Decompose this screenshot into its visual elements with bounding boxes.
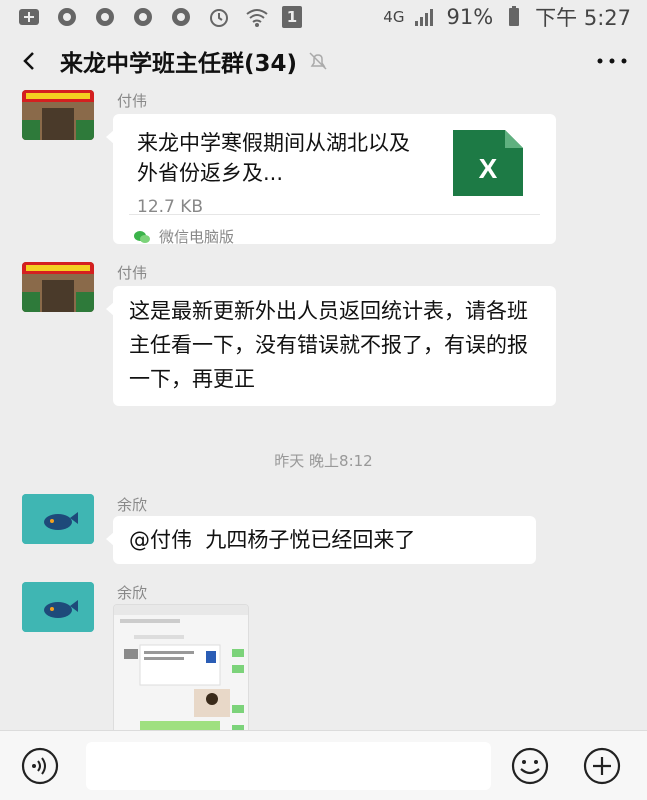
title-bar: 来龙中学班主任群(34) xyxy=(0,34,647,88)
timestamp: 昨天 晚上8:12 xyxy=(274,452,373,470)
chat-area[interactable]: 付伟 来龙中学寒假期间从湖北以及外省份返乡及... 12.7 KB X 微信电脑… xyxy=(0,88,647,730)
text-bubble[interactable]: 这是最新更新外出人员返回统计表，请各班主任看一下，没有错误就不报了，有误的报一下… xyxy=(106,286,556,406)
more-button[interactable] xyxy=(577,34,647,88)
file-source-label: 微信电脑版 xyxy=(159,228,235,246)
sender-name: 付伟 xyxy=(117,92,148,110)
qq-icon-2 xyxy=(92,6,118,28)
excel-file-icon: X xyxy=(453,130,523,196)
text-bubble[interactable]: @付伟 九四杨子悦已经回来了 xyxy=(106,516,536,564)
voice-button[interactable] xyxy=(18,744,62,788)
battery-icon xyxy=(501,6,527,28)
battery-percent: 91% xyxy=(446,5,494,29)
sender-name: 余欣 xyxy=(117,584,148,602)
clock: 下午 5:27 xyxy=(535,6,631,30)
back-arrow-icon xyxy=(23,52,34,70)
input-bar xyxy=(0,730,647,800)
message-input[interactable] xyxy=(86,742,491,790)
back-button[interactable] xyxy=(0,34,60,88)
screenshot-image[interactable] xyxy=(113,604,249,730)
qq-icon-3 xyxy=(130,6,156,28)
plus-button[interactable] xyxy=(580,744,624,788)
plus-icon xyxy=(583,747,621,785)
add-square-icon xyxy=(16,6,42,28)
divider xyxy=(129,214,540,215)
avatar[interactable] xyxy=(22,262,94,312)
avatar[interactable] xyxy=(22,494,94,544)
network-type: 4G xyxy=(383,8,405,26)
avatar[interactable] xyxy=(22,582,94,632)
sim-icon: 1 xyxy=(282,6,302,28)
alarm-icon xyxy=(206,6,232,28)
mute-bell-icon xyxy=(307,50,329,72)
sender-name: 余欣 xyxy=(117,496,148,514)
file-source: 微信电脑版 xyxy=(133,220,234,254)
wifi-icon xyxy=(244,6,270,28)
message-text-content: 这是最新更新外出人员返回统计表，请各班主任看一下，没有错误就不报了，有误的报一下… xyxy=(129,299,528,391)
sender-name: 付伟 xyxy=(117,264,148,282)
message-text-content: @付伟 九四杨子悦已经回来了 xyxy=(129,528,416,552)
file-name: 来龙中学寒假期间从湖北以及外省份返乡及... xyxy=(137,131,410,185)
wechat-icon xyxy=(134,231,150,243)
voice-icon xyxy=(21,747,59,785)
avatar[interactable] xyxy=(22,90,94,140)
file-size: 12.7 KB xyxy=(137,197,204,217)
excel-letter: X xyxy=(479,153,498,184)
emoji-icon xyxy=(511,747,549,785)
emoji-button[interactable] xyxy=(508,744,552,788)
chat-title: 来龙中学班主任群(34) xyxy=(60,51,298,77)
status-bar: 1 4G 91% 下午 5:27 xyxy=(0,0,647,34)
qq-icon xyxy=(54,6,80,28)
signal-icon xyxy=(412,6,438,28)
more-dots-icon xyxy=(597,58,627,64)
qq-icon-4 xyxy=(168,6,194,28)
file-bubble[interactable]: 来龙中学寒假期间从湖北以及外省份返乡及... 12.7 KB X 微信电脑版 xyxy=(106,114,556,246)
